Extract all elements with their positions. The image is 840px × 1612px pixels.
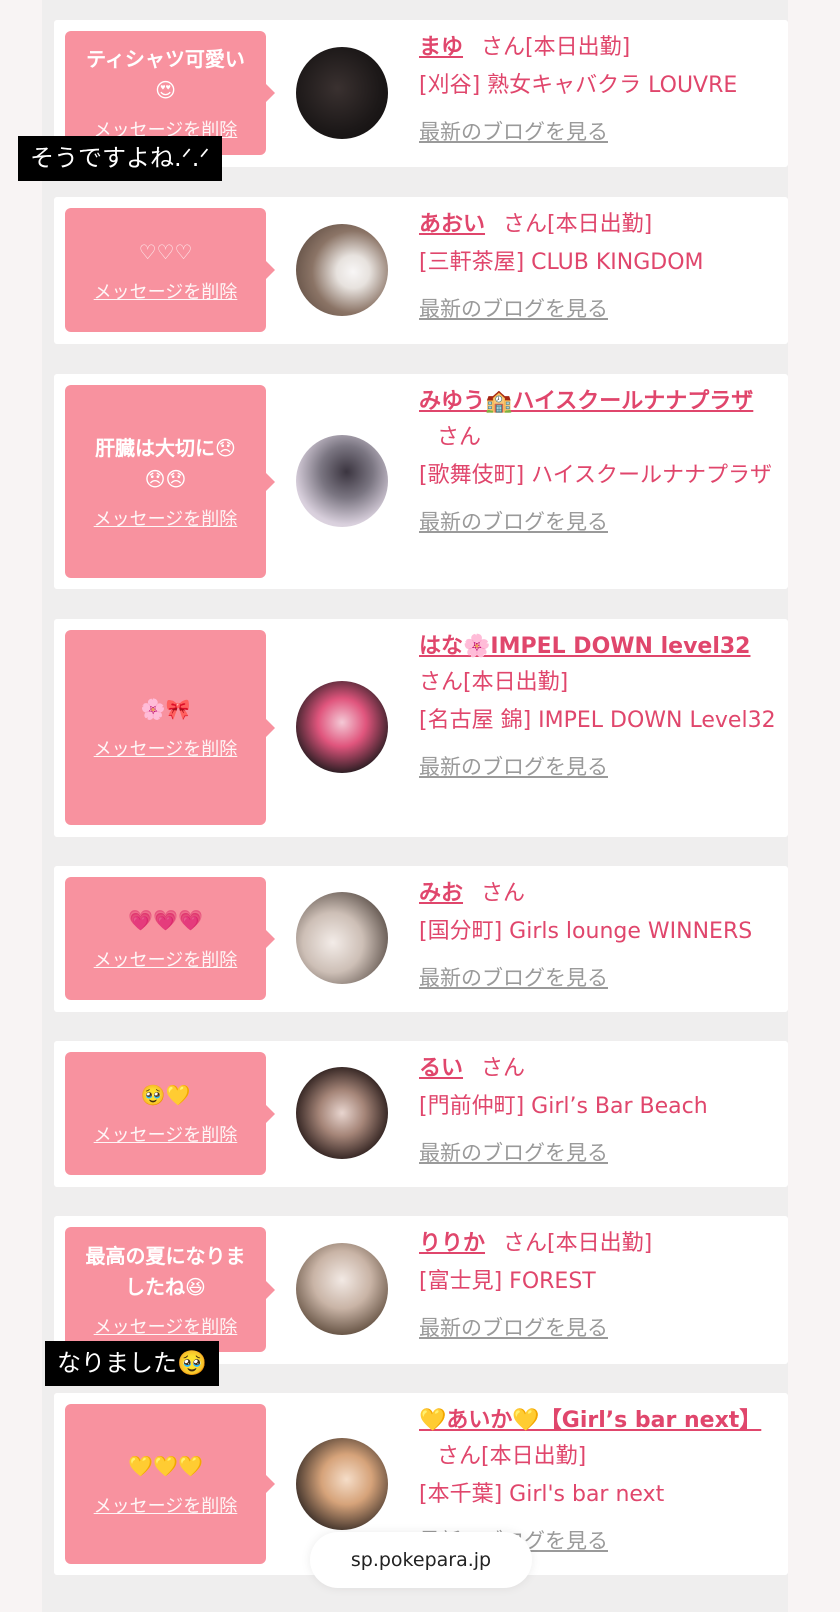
message-text: ティシャツ可愛い 😍 xyxy=(86,47,245,102)
delete-message-link[interactable]: メッセージを削除 xyxy=(94,505,238,531)
message-bubble: 💛💛💛 メッセージを削除 xyxy=(65,1404,275,1564)
blog-link[interactable]: 最新のブログを見る xyxy=(419,1310,608,1346)
avatar[interactable] xyxy=(296,1243,388,1335)
message-text: 💗💗💗 xyxy=(128,908,203,932)
blog-link[interactable]: 最新のブログを見る xyxy=(419,1135,608,1171)
blog-link[interactable]: 最新のブログを見る xyxy=(419,960,608,996)
avatar[interactable] xyxy=(296,892,388,984)
message-text: 🌸🎀 xyxy=(140,697,191,721)
cast-name-link[interactable]: みゆう🏫ハイスクールナナプラザ xyxy=(419,389,753,414)
message-bubble: 🥹💛 メッセージを削除 xyxy=(65,1052,275,1175)
blog-link[interactable]: 最新のブログを見る xyxy=(419,504,608,540)
avatar[interactable] xyxy=(296,1438,388,1530)
cast-name-link[interactable]: りりか xyxy=(419,1231,485,1256)
delete-message-link[interactable]: メッセージを削除 xyxy=(94,735,238,761)
cast-info: あおい さん[本日出勤] [三軒茶屋] CLUB KINGDOM 最新のブログを見… xyxy=(419,207,779,328)
shop-label: [国分町] Girls lounge WINNERS xyxy=(419,919,753,944)
cast-info: みお さん [国分町] Girls lounge WINNERS 最新のブログを見… xyxy=(419,876,779,997)
delete-message-link[interactable]: メッセージを削除 xyxy=(94,278,238,304)
shop-label: [歌舞伎町] ハイスクールナナプラザ xyxy=(419,463,773,488)
avatar[interactable] xyxy=(296,435,388,527)
blog-link[interactable]: 最新のブログを見る xyxy=(419,291,608,327)
cast-info: るい さん [門前仲町] Girl’s Bar Beach 最新のブログを見る xyxy=(419,1051,779,1172)
message-text: 肝臓は大切に😞 😞😞 xyxy=(95,435,236,491)
overlay-caption: そうですよね.ᐟ.ᐟ xyxy=(18,136,222,181)
cast-info: りりか さん[本日出勤] [富士見] FOREST 最新のブログを見る xyxy=(419,1226,779,1347)
cast-name-link[interactable]: 💛あいか💛【Girl’s bar next】 xyxy=(419,1408,761,1433)
cast-name-link[interactable]: るい xyxy=(419,1056,463,1081)
san-label: さん xyxy=(503,212,548,237)
cast-info: まゆ さん[本日出勤] [刈谷] 熟女キャバクラ LOUVRE 最新のブログを見る xyxy=(419,30,779,151)
cast-name-link[interactable]: みお xyxy=(419,881,463,906)
san-label: さん xyxy=(437,425,482,450)
message-bubble: 🌸🎀 メッセージを削除 xyxy=(65,630,275,825)
blog-link[interactable]: 最新のブログを見る xyxy=(419,114,608,150)
cast-name-link[interactable]: はな🌸IMPEL DOWN level32 xyxy=(419,634,750,659)
status-label: [本日出勤] xyxy=(463,670,569,695)
shop-label: [富士見] FOREST xyxy=(419,1269,596,1294)
avatar[interactable] xyxy=(296,224,388,316)
overlay-caption: なりました🥹 xyxy=(45,1341,219,1386)
message-bubble: 💗💗💗 メッセージを削除 xyxy=(65,877,275,1000)
delete-message-link[interactable]: メッセージを削除 xyxy=(94,1313,238,1339)
san-label: さん xyxy=(481,35,526,60)
message-text: 💛💛💛 xyxy=(128,1453,203,1478)
cast-name-link[interactable]: まゆ xyxy=(419,35,463,60)
delete-message-link[interactable]: メッセージを削除 xyxy=(94,946,238,972)
status-label: [本日出勤] xyxy=(481,1444,587,1469)
san-label: さん xyxy=(419,670,464,695)
shop-label: [門前仲町] Girl’s Bar Beach xyxy=(419,1094,708,1119)
shop-label: [刈谷] 熟女キャバクラ LOUVRE xyxy=(419,73,738,98)
cast-info: はな🌸IMPEL DOWN level32 さん[本日出勤] [名古屋 錦] IM… xyxy=(419,629,779,786)
message-bubble: ♡♡♡ メッセージを削除 xyxy=(65,208,275,332)
san-label: さん xyxy=(437,1444,482,1469)
message-bubble: 肝臓は大切に😞 😞😞 メッセージを削除 xyxy=(65,385,275,578)
shop-label: [三軒茶屋] CLUB KINGDOM xyxy=(419,250,704,275)
shop-label: [本千葉] Girl's bar next xyxy=(419,1482,665,1507)
san-label: さん xyxy=(503,1231,548,1256)
delete-message-link[interactable]: メッセージを削除 xyxy=(94,1492,238,1518)
san-label: さん xyxy=(481,1056,526,1081)
avatar[interactable] xyxy=(296,681,388,773)
delete-message-link[interactable]: メッセージを削除 xyxy=(94,1121,238,1147)
avatar[interactable] xyxy=(296,47,388,139)
browser-url-pill[interactable]: sp.pokepara.jp xyxy=(310,1532,532,1588)
message-text: ♡♡♡ xyxy=(138,239,193,264)
status-label: [本日出勤] xyxy=(547,1231,653,1256)
avatar[interactable] xyxy=(296,1067,388,1159)
message-text: 🥹💛 xyxy=(140,1083,191,1107)
san-label: さん xyxy=(481,881,526,906)
blog-link[interactable]: 最新のブログを見る xyxy=(419,749,608,785)
status-label: [本日出勤] xyxy=(547,212,653,237)
shop-label: [名古屋 錦] IMPEL DOWN Level32 xyxy=(419,708,776,733)
status-label: [本日出勤] xyxy=(525,35,631,60)
cast-name-link[interactable]: あおい xyxy=(419,212,485,237)
cast-info: みゆう🏫ハイスクールナナプラザさん [歌舞伎町] ハイスクールナナプラザ 最新の… xyxy=(419,384,779,541)
message-text: 最高の夏になりま したね😆 xyxy=(85,1243,246,1299)
message-bubble: 最高の夏になりま したね😆 メッセージを削除 xyxy=(65,1227,275,1352)
